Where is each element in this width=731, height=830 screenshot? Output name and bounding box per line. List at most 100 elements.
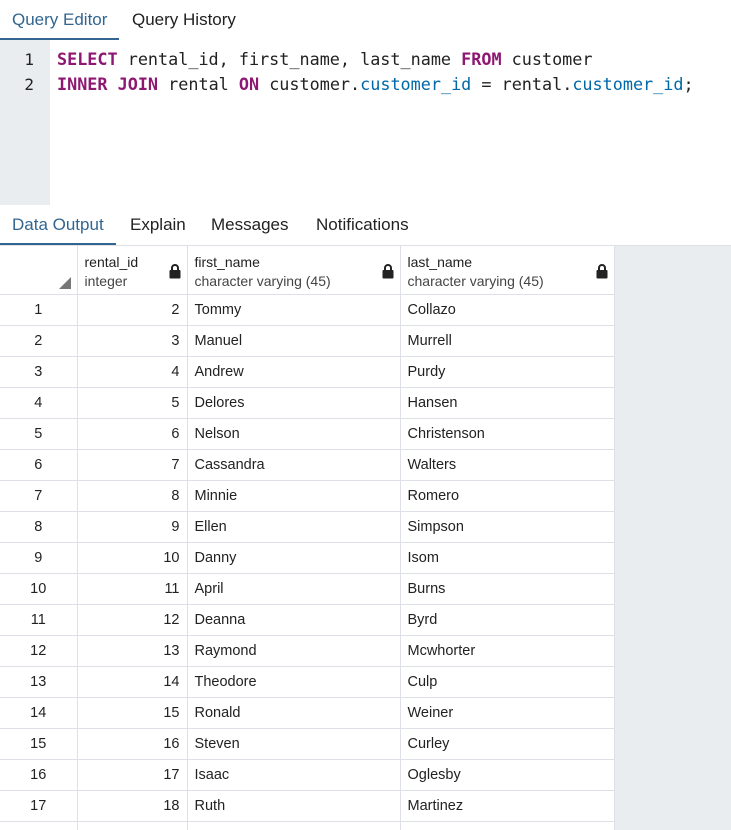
table-row[interactable]: 11 12 Deanna Byrd: [0, 604, 615, 636]
rental-id-cell[interactable]: 6: [77, 418, 188, 450]
rental-id-cell[interactable]: 10: [77, 542, 188, 574]
last-name-cell[interactable]: Burns: [400, 573, 615, 605]
row-number-cell[interactable]: 5: [0, 418, 78, 450]
table-row[interactable]: 12 13 Raymond Mcwhorter: [0, 635, 615, 667]
first-name-cell[interactable]: Danny: [187, 542, 401, 574]
first-name-cell[interactable]: April: [187, 573, 401, 605]
row-number-cell[interactable]: 13: [0, 666, 78, 698]
row-number-cell[interactable]: 2: [0, 325, 78, 357]
row-number-header[interactable]: [0, 246, 78, 295]
table-row[interactable]: 6 7 Cassandra Walters: [0, 449, 615, 481]
tab-data-output[interactable]: Data Output: [0, 205, 116, 245]
column-header-rental-id[interactable]: rental_id integer: [77, 246, 188, 295]
row-number-cell[interactable]: 3: [0, 356, 78, 388]
table-row[interactable]: 13 14 Theodore Culp: [0, 666, 615, 698]
last-name-cell[interactable]: Murrell: [400, 325, 615, 357]
row-number-cell[interactable]: 17: [0, 790, 78, 822]
row-number-cell[interactable]: 1: [0, 294, 78, 326]
table-row[interactable]: 14 15 Ronald Weiner: [0, 697, 615, 729]
table-row[interactable]: 18: [0, 821, 615, 830]
row-number-cell[interactable]: 12: [0, 635, 78, 667]
table-row[interactable]: 7 8 Minnie Romero: [0, 480, 615, 512]
first-name-cell[interactable]: Nelson: [187, 418, 401, 450]
row-number-cell[interactable]: 18: [0, 821, 78, 830]
code-line-2[interactable]: INNER JOIN rental ON customer.customer_i…: [57, 74, 694, 94]
rental-id-cell[interactable]: 17: [77, 759, 188, 791]
table-row[interactable]: 5 6 Nelson Christenson: [0, 418, 615, 450]
last-name-cell[interactable]: Culp: [400, 666, 615, 698]
first-name-cell[interactable]: Deanna: [187, 604, 401, 636]
table-row[interactable]: 3 4 Andrew Purdy: [0, 356, 615, 388]
column-header-last-name[interactable]: last_name character varying (45): [400, 246, 615, 295]
first-name-cell[interactable]: Delores: [187, 387, 401, 419]
tab-notifications[interactable]: Notifications: [304, 205, 421, 245]
last-name-cell[interactable]: Byrd: [400, 604, 615, 636]
last-name-cell[interactable]: Isom: [400, 542, 615, 574]
rental-id-cell[interactable]: 4: [77, 356, 188, 388]
rental-id-cell[interactable]: 9: [77, 511, 188, 543]
tab-messages[interactable]: Messages: [199, 205, 300, 245]
rental-id-cell[interactable]: 8: [77, 480, 188, 512]
row-number-cell[interactable]: 15: [0, 728, 78, 760]
last-name-cell[interactable]: Simpson: [400, 511, 615, 543]
last-name-cell[interactable]: Purdy: [400, 356, 615, 388]
last-name-cell[interactable]: Hansen: [400, 387, 615, 419]
table-row[interactable]: 4 5 Delores Hansen: [0, 387, 615, 419]
rental-id-cell[interactable]: 2: [77, 294, 188, 326]
last-name-cell[interactable]: [400, 821, 615, 830]
first-name-cell[interactable]: Minnie: [187, 480, 401, 512]
first-name-cell[interactable]: Steven: [187, 728, 401, 760]
rental-id-cell[interactable]: 5: [77, 387, 188, 419]
first-name-cell[interactable]: Raymond: [187, 635, 401, 667]
table-row[interactable]: 15 16 Steven Curley: [0, 728, 615, 760]
first-name-cell[interactable]: [187, 821, 401, 830]
tab-query-editor[interactable]: Query Editor: [0, 0, 120, 40]
rental-id-cell[interactable]: 11: [77, 573, 188, 605]
row-number-cell[interactable]: 8: [0, 511, 78, 543]
table-row[interactable]: 9 10 Danny Isom: [0, 542, 615, 574]
last-name-cell[interactable]: Martinez: [400, 790, 615, 822]
rental-id-cell[interactable]: 3: [77, 325, 188, 357]
tab-explain[interactable]: Explain: [118, 205, 198, 245]
row-number-cell[interactable]: 9: [0, 542, 78, 574]
row-number-cell[interactable]: 7: [0, 480, 78, 512]
first-name-cell[interactable]: Theodore: [187, 666, 401, 698]
table-row[interactable]: 1 2 Tommy Collazo: [0, 294, 615, 326]
row-number-cell[interactable]: 14: [0, 697, 78, 729]
last-name-cell[interactable]: Mcwhorter: [400, 635, 615, 667]
row-number-cell[interactable]: 10: [0, 573, 78, 605]
rental-id-cell[interactable]: 12: [77, 604, 188, 636]
row-number-cell[interactable]: 4: [0, 387, 78, 419]
table-row[interactable]: 2 3 Manuel Murrell: [0, 325, 615, 357]
last-name-cell[interactable]: Weiner: [400, 697, 615, 729]
last-name-cell[interactable]: Romero: [400, 480, 615, 512]
rental-id-cell[interactable]: 14: [77, 666, 188, 698]
rental-id-cell[interactable]: 7: [77, 449, 188, 481]
first-name-cell[interactable]: Ronald: [187, 697, 401, 729]
first-name-cell[interactable]: Ellen: [187, 511, 401, 543]
table-row[interactable]: 16 17 Isaac Oglesby: [0, 759, 615, 791]
table-row[interactable]: 8 9 Ellen Simpson: [0, 511, 615, 543]
last-name-cell[interactable]: Curley: [400, 728, 615, 760]
table-row[interactable]: 10 11 April Burns: [0, 573, 615, 605]
rental-id-cell[interactable]: 13: [77, 635, 188, 667]
sql-editor[interactable]: 1 2 SELECT rental_id, first_name, last_n…: [0, 40, 731, 205]
rental-id-cell[interactable]: 18: [77, 790, 188, 822]
first-name-cell[interactable]: Cassandra: [187, 449, 401, 481]
rental-id-cell[interactable]: 15: [77, 697, 188, 729]
row-number-cell[interactable]: 6: [0, 449, 78, 481]
row-number-cell[interactable]: 11: [0, 604, 78, 636]
tab-query-history[interactable]: Query History: [120, 0, 248, 40]
first-name-cell[interactable]: Ruth: [187, 790, 401, 822]
row-number-cell[interactable]: 16: [0, 759, 78, 791]
first-name-cell[interactable]: Andrew: [187, 356, 401, 388]
first-name-cell[interactable]: Manuel: [187, 325, 401, 357]
first-name-cell[interactable]: Tommy: [187, 294, 401, 326]
last-name-cell[interactable]: Collazo: [400, 294, 615, 326]
first-name-cell[interactable]: Isaac: [187, 759, 401, 791]
table-row[interactable]: 17 18 Ruth Martinez: [0, 790, 615, 822]
last-name-cell[interactable]: Oglesby: [400, 759, 615, 791]
last-name-cell[interactable]: Christenson: [400, 418, 615, 450]
column-header-first-name[interactable]: first_name character varying (45): [187, 246, 401, 295]
rental-id-cell[interactable]: 16: [77, 728, 188, 760]
